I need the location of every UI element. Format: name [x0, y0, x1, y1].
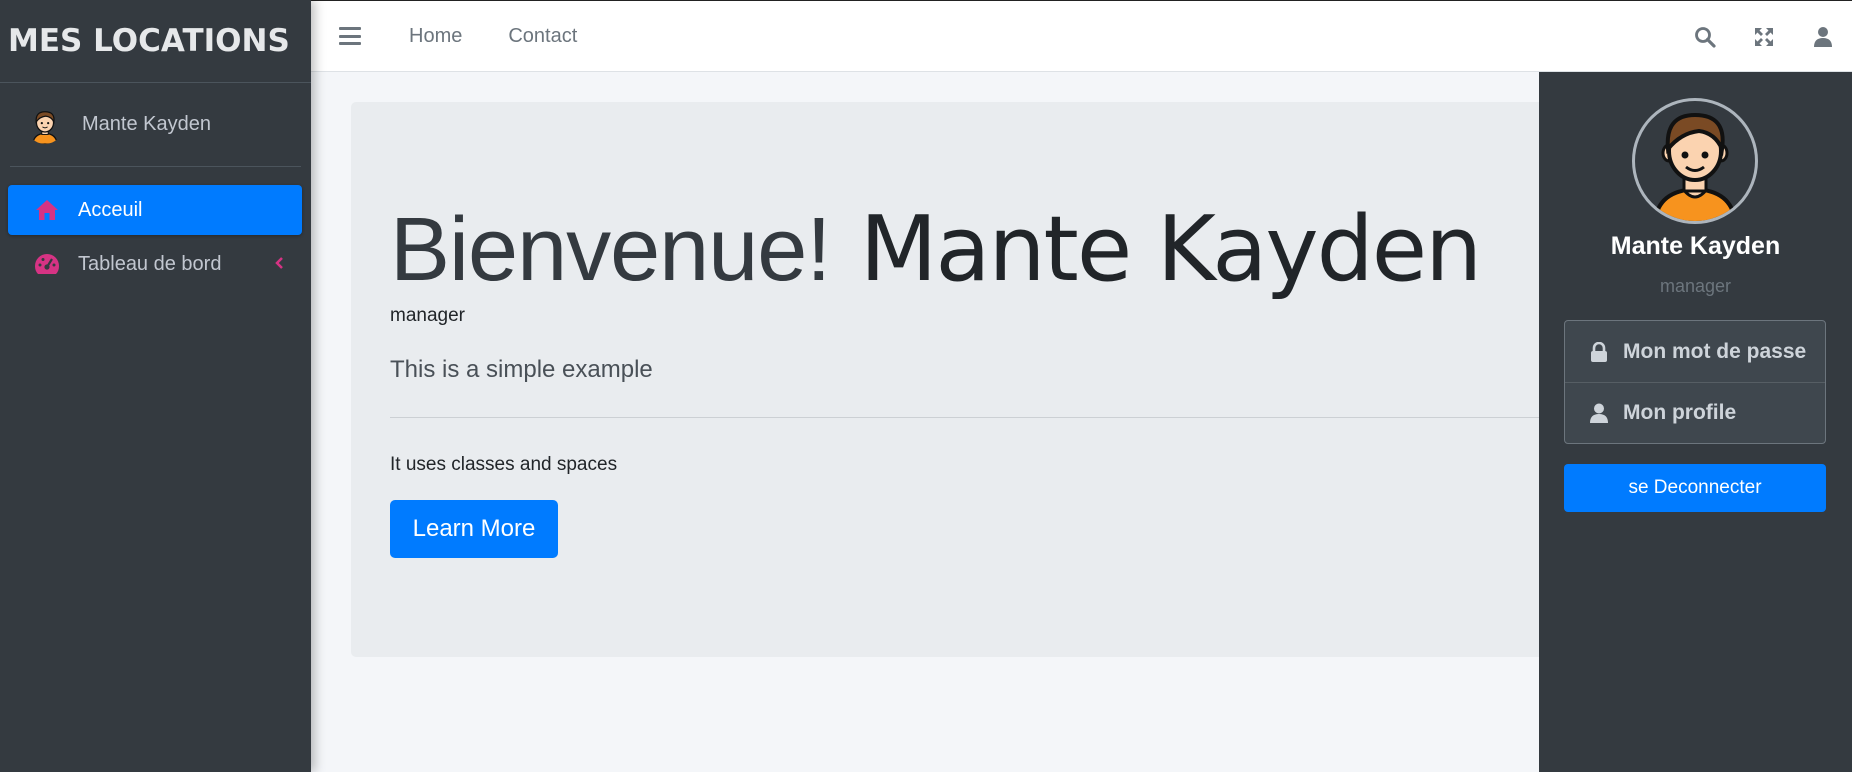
top-navbar: Home Contact [311, 0, 1852, 72]
control-sidebar: Mante Kayden manager Mon mot de passe Mo… [1539, 72, 1852, 772]
profile-name: Mante Kayden [1610, 232, 1781, 260]
user-panel[interactable]: Mante Kayden [10, 83, 301, 167]
logout-button[interactable]: se Deconnecter [1564, 464, 1826, 512]
nav-link-contact[interactable]: Contact [508, 25, 577, 48]
profile-menu: Mon mot de passe Mon profile [1564, 320, 1826, 444]
welcome-greeting: Bienvenue! [390, 200, 831, 300]
profile-avatar [1632, 98, 1758, 224]
tachometer-icon [34, 251, 60, 277]
user-icon [1589, 403, 1609, 423]
sidebar-user-name[interactable]: Mante Kayden [82, 113, 211, 136]
learn-more-button[interactable]: Learn More [390, 500, 558, 558]
chevron-left-icon [274, 254, 284, 275]
expand-icon[interactable] [1734, 27, 1793, 47]
change-password-item[interactable]: Mon mot de passe [1565, 321, 1825, 382]
jumbotron: Bienvenue! Mante Kayden manager This is … [351, 102, 1581, 657]
user-role: manager [390, 305, 465, 326]
body-text: It uses classes and spaces [390, 454, 618, 475]
my-profile-label: Mon profile [1623, 401, 1737, 424]
home-icon [34, 197, 60, 223]
sidebar-item-label: Tableau de bord [78, 252, 222, 275]
sidebar-item-tableau-de-bord[interactable]: Tableau de bord [8, 239, 302, 289]
hamburger-menu-icon[interactable] [339, 27, 361, 45]
search-icon[interactable] [1675, 26, 1734, 48]
sidebar-item-acceuil[interactable]: Acceuil [8, 185, 302, 235]
user-icon[interactable] [1793, 26, 1852, 48]
brand-link[interactable]: MES LOCATIONS [0, 0, 311, 83]
avatar [26, 105, 64, 144]
main-sidebar: MES LOCATIONS Mante Kayden Acceuil Table… [0, 0, 311, 772]
lock-icon [1589, 341, 1609, 362]
sidebar-item-label: Acceuil [78, 198, 143, 221]
sidebar-nav: Acceuil Tableau de bord [0, 167, 311, 289]
welcome-heading: Bienvenue! Mante Kayden [390, 197, 1483, 302]
brand-title: MES LOCATIONS [8, 23, 290, 59]
lead-text: This is a simple example [390, 356, 653, 383]
nav-link-home[interactable]: Home [409, 25, 462, 48]
my-profile-item[interactable]: Mon profile [1565, 382, 1825, 443]
navbar-right-icons [1675, 1, 1852, 73]
change-password-label: Mon mot de passe [1623, 339, 1807, 363]
welcome-user-name: Mante Kayden [859, 197, 1483, 302]
profile-role: manager [1659, 276, 1732, 296]
divider [390, 417, 1581, 418]
